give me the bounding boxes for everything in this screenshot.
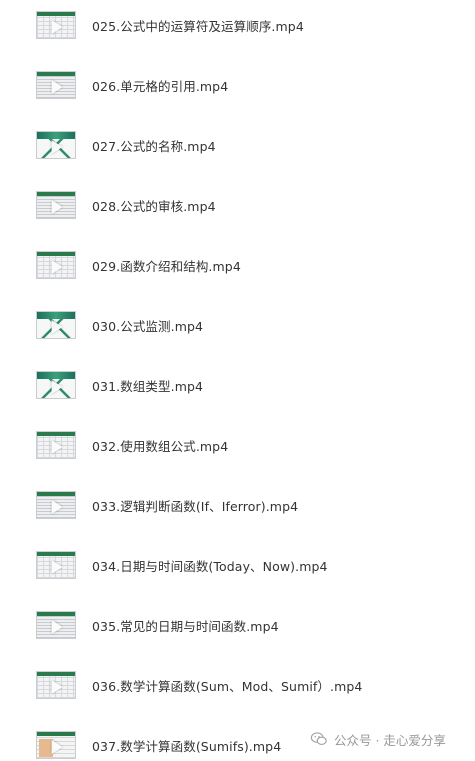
list-item[interactable]: 031.数组类型.mp4 <box>36 369 203 401</box>
file-name: 033.逻辑判断函数(If、Iferror).mp4 <box>92 498 299 514</box>
play-icon <box>51 439 63 454</box>
list-item[interactable]: 029.函数介绍和结构.mp4 <box>36 249 241 281</box>
video-thumbnail-icon <box>36 131 76 159</box>
file-name: 034.日期与时间函数(Today、Now).mp4 <box>92 558 328 574</box>
play-icon <box>51 199 63 214</box>
file-name: 031.数组类型.mp4 <box>92 378 204 394</box>
wechat-icon <box>310 732 327 745</box>
file-name: 030.公式监测.mp4 <box>92 318 204 334</box>
watermark-text: 公众号 · 走心爱分享 <box>334 732 446 748</box>
list-item[interactable]: 027.公式的名称.mp4 <box>36 129 216 161</box>
video-thumbnail-icon <box>36 71 76 99</box>
play-icon <box>51 79 63 94</box>
video-thumbnail-icon <box>36 611 76 639</box>
list-item[interactable]: 026.单元格的引用.mp4 <box>36 69 228 101</box>
play-icon <box>51 139 63 154</box>
video-thumbnail-icon <box>36 311 76 339</box>
play-icon <box>51 559 63 574</box>
video-thumbnail-icon <box>36 191 76 219</box>
play-icon <box>51 379 63 394</box>
video-thumbnail-icon <box>36 671 76 699</box>
list-item[interactable]: 037.数学计算函数(Sumifs).mp4 <box>36 729 281 761</box>
play-icon <box>51 259 63 274</box>
list-item[interactable]: 034.日期与时间函数(Today、Now).mp4 <box>36 549 328 581</box>
play-icon <box>51 19 63 34</box>
list-item[interactable]: 033.逻辑判断函数(If、Iferror).mp4 <box>36 489 298 521</box>
video-thumbnail-icon <box>36 491 76 519</box>
file-name: 026.单元格的引用.mp4 <box>92 78 229 94</box>
video-thumbnail-icon <box>36 431 76 459</box>
file-name: 032.使用数组公式.mp4 <box>92 438 229 454</box>
play-icon <box>51 739 63 754</box>
file-name: 037.数学计算函数(Sumifs).mp4 <box>92 738 282 754</box>
file-name: 035.常见的日期与时间函数.mp4 <box>92 618 279 634</box>
video-thumbnail-icon <box>36 251 76 279</box>
play-icon <box>51 319 63 334</box>
list-item[interactable]: 025.公式中的运算符及运算顺序.mp4 <box>36 9 304 41</box>
video-thumbnail-icon <box>36 731 76 759</box>
file-name: 028.公式的审核.mp4 <box>92 198 216 214</box>
file-name: 027.公式的名称.mp4 <box>92 138 216 154</box>
play-icon <box>51 499 63 514</box>
play-icon <box>51 619 63 634</box>
list-item[interactable]: 032.使用数组公式.mp4 <box>36 429 228 461</box>
list-item[interactable]: 035.常见的日期与时间函数.mp4 <box>36 609 279 641</box>
play-icon <box>51 679 63 694</box>
video-thumbnail-icon <box>36 11 76 39</box>
video-thumbnail-icon <box>36 371 76 399</box>
list-item[interactable]: 036.数学计算函数(Sum、Mod、Sumif）.mp4 <box>36 669 362 701</box>
file-name: 036.数学计算函数(Sum、Mod、Sumif）.mp4 <box>92 678 363 694</box>
video-thumbnail-icon <box>36 551 76 579</box>
watermark: 公众号 · 走心爱分享 <box>310 729 446 749</box>
list-item[interactable]: 028.公式的审核.mp4 <box>36 189 216 221</box>
file-name: 025.公式中的运算符及运算顺序.mp4 <box>92 18 304 34</box>
file-name: 029.函数介绍和结构.mp4 <box>92 258 241 274</box>
list-item[interactable]: 030.公式监测.mp4 <box>36 309 203 341</box>
